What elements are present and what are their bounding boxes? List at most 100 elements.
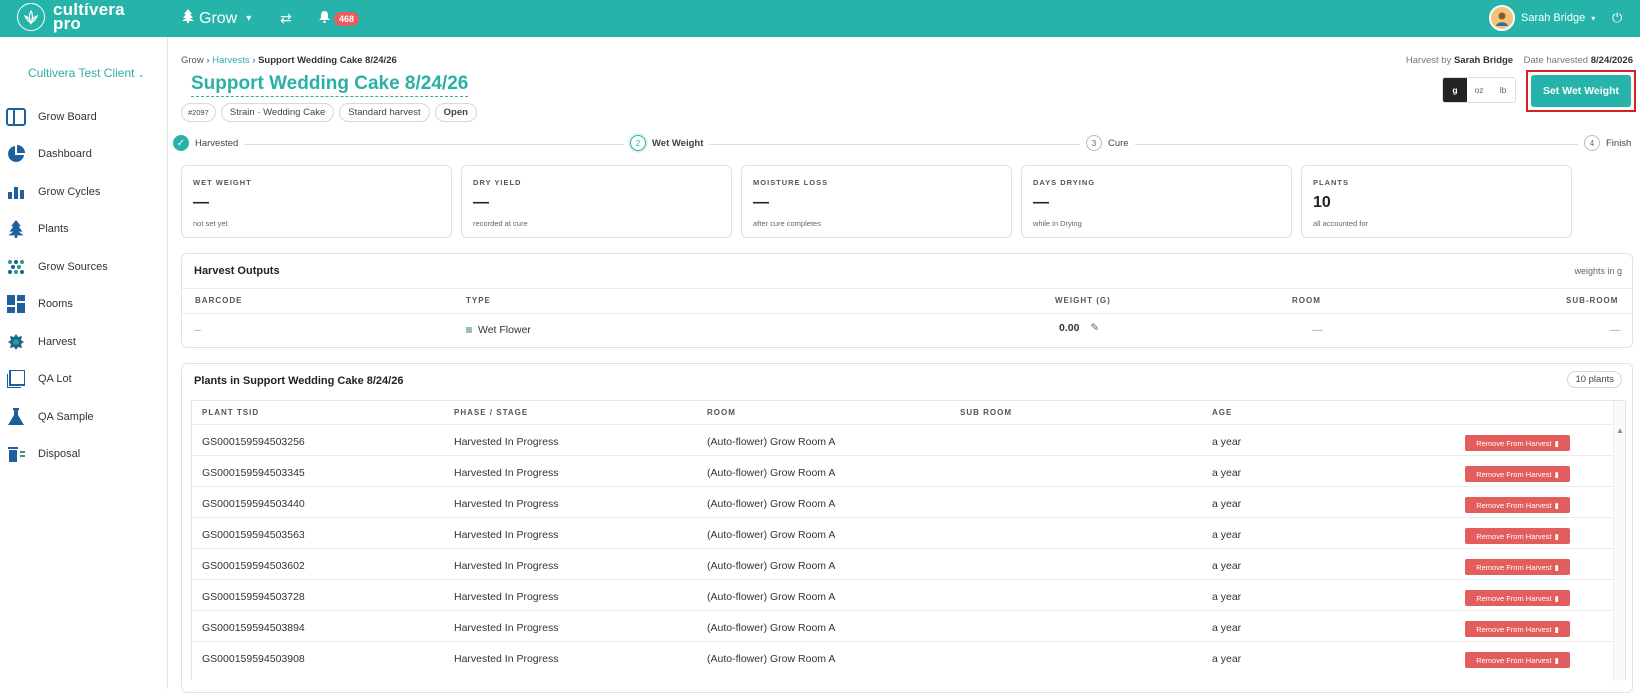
remove-from-harvest-button[interactable]: Remove From Harvest ▮ [1465,621,1570,637]
column-header-sub-room: SUB-ROOM [1566,296,1619,305]
client-selector[interactable]: Cultivera Test Client ⌄ [28,66,145,80]
trash-icon [6,444,26,464]
plant-phase: Harvested In Progress [454,436,559,448]
remove-from-harvest-button[interactable]: Remove From Harvest ▮ [1465,590,1570,606]
plant-tsid[interactable]: GS000159594503256 [202,436,305,448]
plant-tsid[interactable]: GS000159594503440 [202,498,305,510]
sidebar-item-grow-board[interactable]: Grow Board [6,98,108,136]
remove-label: Remove From Harvest [1476,562,1552,572]
sidebar-item-dashboard[interactable]: Dashboard [6,136,108,174]
sidebar-item-grow-cycles[interactable]: Grow Cycles [6,173,108,211]
sidebar-item-disposal[interactable]: Disposal [6,436,108,474]
plant-tsid[interactable]: GS000159594503908 [202,653,305,665]
sidebar-item-label: Grow Sources [38,260,108,273]
notifications-button[interactable]: 468 [319,10,360,28]
sidebar-item-qa-lot[interactable]: QA Lot [6,361,108,399]
grow-menu[interactable]: Grow ▾ [182,9,251,28]
kpi-label: DRY YIELD [473,178,522,187]
rooms-icon [6,294,26,314]
remove-from-harvest-button[interactable]: Remove From Harvest ▮ [1465,466,1570,482]
kpi-value: — [753,194,769,211]
breadcrumb-separator: › [206,55,210,66]
unit-toggle: g oz lb [1442,77,1516,103]
logo-line-2: pro [53,14,81,33]
harvest-by-label: Harvest by [1405,55,1452,66]
bell-icon [319,10,330,28]
unit-g-button[interactable]: g [1443,78,1467,102]
user-menu[interactable]: Sarah Bridge ▾ [1489,5,1595,31]
divider [192,517,1614,518]
sidebar-item-grow-sources[interactable]: Grow Sources [6,248,108,286]
plant-age: a year [1212,467,1242,479]
plant-phase: Harvested In Progress [454,653,559,665]
harvest-icon [6,332,26,352]
output-weight-value: 0.00 [1059,322,1080,334]
trash-icon: ▮ [1554,531,1559,541]
plant-room: (Auto-flower) Grow Room A [707,653,836,665]
kpi-wet-weight: WET WEIGHT — not set yet [181,165,452,238]
harvest-meta: Harvest by Sarah Bridge Date harvested 8… [1406,55,1633,66]
remove-from-harvest-button[interactable]: Remove From Harvest ▮ [1465,652,1570,668]
table-scrollbar[interactable]: ▲ [1613,401,1625,681]
column-header-weight: WEIGHT (G) [1055,296,1111,305]
step-wet-weight: 2 Wet Weight [624,135,710,151]
sidebar-item-qa-sample[interactable]: QA Sample [6,398,108,436]
power-icon[interactable]: ⏻ [1612,10,1622,26]
harvest-chips: #2097 Strain · Wedding Cake Standard har… [181,103,477,122]
qa-lot-icon [6,369,26,389]
type-swatch [466,327,472,334]
sidebar: Cultivera Test Client ⌄ Grow Board Dashb… [0,37,168,689]
sidebar-item-plants[interactable]: Plants [6,211,108,249]
sidebar-item-harvest[interactable]: Harvest [6,323,108,361]
divider [192,641,1614,642]
plant-age: a year [1212,622,1242,634]
remove-from-harvest-button[interactable]: Remove From Harvest ▮ [1465,435,1570,451]
sidebar-item-label: QA Sample [38,410,94,423]
plant-count-badge: 10 plants [1567,371,1622,388]
pencil-icon[interactable]: ✎ [1090,322,1099,334]
kpi-value: — [1033,194,1049,211]
breadcrumb: Grow › Harvests › Support Wedding Cake 8… [181,55,397,66]
sidebar-item-rooms[interactable]: Rooms [6,286,108,324]
pie-chart-icon [6,144,26,164]
trash-icon: ▮ [1554,469,1559,479]
plant-tsid[interactable]: GS000159594503728 [202,591,305,603]
kpi-note: all accounted for [1313,219,1369,228]
remove-from-harvest-button[interactable]: Remove From Harvest ▮ [1465,528,1570,544]
progress-stepper: ✓ Harvested 2 Wet Weight 3 Cure 4 Finish [173,135,1633,155]
remove-from-harvest-button[interactable]: Remove From Harvest ▮ [1465,559,1570,575]
kpi-label: MOISTURE LOSS [753,178,829,187]
step-label: Finish [1606,137,1632,149]
scroll-up-icon[interactable]: ▲ [1616,426,1624,435]
kpi-value: — [193,194,209,211]
plant-tsid[interactable]: GS000159594503345 [202,467,305,479]
sidebar-item-label: Plants [38,223,69,236]
plant-tsid[interactable]: GS000159594503602 [202,560,305,572]
plant-phase: Harvested In Progress [454,498,559,510]
output-type-label: Wet Flower [478,324,531,336]
unit-oz-button[interactable]: oz [1467,78,1491,102]
breadcrumb-harvests[interactable]: Harvests [212,55,249,66]
switch-icon[interactable]: ⇄ [280,10,292,27]
page-title[interactable]: Support Wedding Cake 8/24/26 [191,73,469,97]
breadcrumb-separator: › [252,55,256,66]
logo[interactable]: cultívera pro [17,1,125,33]
divider [192,424,1614,425]
seeds-icon [6,257,26,277]
unit-lb-button[interactable]: lb [1491,78,1515,102]
plant-tsid[interactable]: GS000159594503894 [202,622,305,634]
set-wet-weight-button[interactable]: Set Wet Weight [1531,75,1631,107]
kpi-note: not set yet [193,219,228,228]
avatar [1489,5,1515,31]
client-name: Cultivera Test Client [28,66,135,80]
remove-label: Remove From Harvest [1476,469,1552,479]
divider [182,288,1632,289]
breadcrumb-grow[interactable]: Grow [181,55,204,66]
step-cure: 3 Cure [1080,135,1135,151]
plant-phase: Harvested In Progress [454,467,559,479]
plant-room: (Auto-flower) Grow Room A [707,467,836,479]
trash-icon: ▮ [1554,562,1559,572]
remove-from-harvest-button[interactable]: Remove From Harvest ▮ [1465,497,1570,513]
plant-tsid[interactable]: GS000159594503563 [202,529,305,541]
divider [192,579,1614,580]
